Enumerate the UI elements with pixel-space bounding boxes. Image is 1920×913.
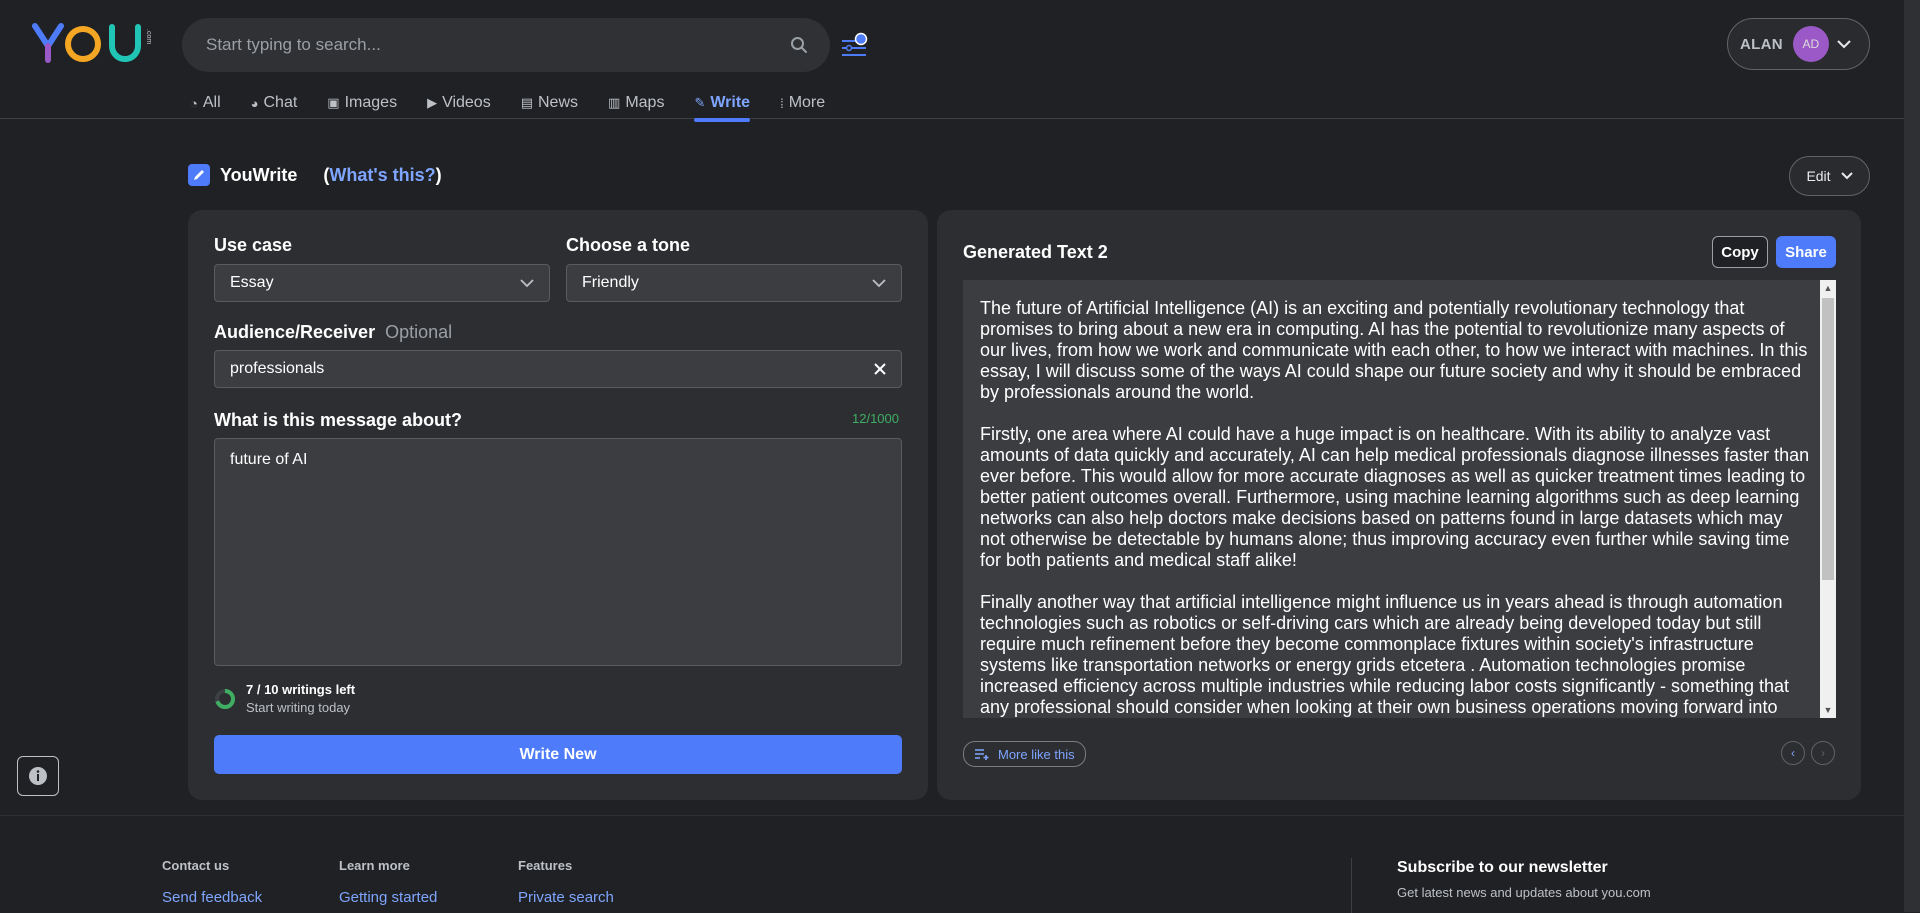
search-circle-icon: ◔ [190, 95, 198, 111]
scroll-down-arrow-icon[interactable]: ▼ [1823, 705, 1833, 715]
search-input[interactable] [204, 34, 790, 56]
info-icon [29, 767, 47, 785]
youwrite-logo-icon [188, 164, 210, 186]
use-case-select[interactable]: Essay [214, 264, 550, 302]
nav-tabs: ◔ All ◕ Chat ▣ Images ▶ Videos ▤ News ▥ Maps ✎… [190, 88, 855, 122]
avatar: AD [1792, 26, 1829, 62]
scroll-up-arrow-icon[interactable]: ▲ [1823, 283, 1833, 293]
scroll-thumb[interactable] [1822, 298, 1834, 580]
search-settings-icon[interactable] [840, 32, 870, 60]
chevron-right-icon: › [1821, 746, 1825, 760]
chat-icon: ◕ [250, 95, 259, 111]
generated-text-box[interactable]: The future of Artificial Intelligence (A… [963, 280, 1836, 718]
audience-input[interactable]: professionals [214, 350, 902, 388]
newsletter-title: Subscribe to our newsletter [1397, 859, 1608, 876]
chevron-down-icon [1840, 172, 1853, 180]
generated-text-panel: Generated Text 2 Copy Share The future o… [937, 210, 1861, 800]
use-case-label: Use case [214, 235, 293, 255]
top-bar: .com ALAN AD ◔All ◕Chat ▣Images ▶Videos … [0, 0, 1904, 122]
youwrite-heading: YouWrite (What's this?) [188, 164, 442, 186]
tab-news[interactable]: ▤ News [521, 88, 578, 118]
footer-column: Contact us Send feedback [162, 858, 263, 906]
page-scrollbar[interactable] [1904, 0, 1920, 912]
generated-title: Generated Text 2 [963, 242, 1108, 262]
more-like-this-button[interactable]: More like this [963, 741, 1086, 767]
chevron-down-icon [1837, 40, 1851, 49]
quota-ring-icon [215, 688, 235, 709]
private-search-link[interactable]: Private search [518, 889, 614, 906]
quota-subtitle: Start writing today [246, 700, 351, 715]
tone-select[interactable]: Friendly [566, 264, 902, 302]
chevron-down-icon [872, 278, 886, 287]
search-bar[interactable] [182, 18, 830, 72]
edit-button[interactable]: Edit [1789, 156, 1870, 196]
previous-button[interactable]: ‹ [1781, 741, 1805, 765]
generated-text: The future of Artificial Intelligence (A… [980, 298, 1810, 718]
newspaper-icon: ▤ [520, 95, 533, 110]
copy-button[interactable]: Copy [1712, 236, 1768, 268]
pencil-icon: ✎ [694, 95, 706, 110]
generated-paragraph: Firstly, one area where AI could have a … [980, 424, 1810, 570]
search-icon[interactable] [790, 36, 808, 54]
next-button[interactable]: › [1811, 741, 1835, 765]
generated-paragraph: The future of Artificial Intelligence (A… [980, 298, 1808, 402]
play-icon: ▶ [427, 95, 438, 110]
chevron-down-icon [520, 278, 534, 287]
whats-this: (What's this?) [323, 164, 442, 185]
tab-videos[interactable]: ▶ Videos [427, 88, 491, 118]
tab-all[interactable]: ◔ All [190, 88, 221, 118]
pencil-icon [194, 170, 204, 180]
youwrite-title: YouWrite [220, 164, 298, 185]
newsletter-subtitle: Get latest news and updates about you.co… [1397, 885, 1651, 900]
tab-chat[interactable]: ◕ Chat [251, 88, 298, 118]
info-button[interactable] [17, 756, 59, 796]
user-name: ALAN [1740, 35, 1783, 53]
message-label: What is this message about? [214, 410, 463, 430]
audience-label: Audience/Receiver Optional [214, 322, 453, 342]
character-counter: 12/1000 [852, 411, 899, 426]
tab-write[interactable]: ✎ Write [694, 88, 750, 122]
footer-column: Features Private search [518, 858, 614, 906]
optional-hint: Optional [385, 322, 453, 342]
tab-images[interactable]: ▣ Images [327, 88, 397, 118]
footer-divider [1351, 858, 1352, 913]
chevron-left-icon: ‹ [1791, 746, 1795, 760]
tab-more[interactable]: ⁞ More [780, 88, 825, 118]
you-logo[interactable]: .com [32, 22, 157, 64]
svg-text:.com: .com [145, 29, 152, 44]
write-form-panel: Use case Essay Choose a tone Friendly Au… [188, 210, 928, 800]
user-menu[interactable]: ALAN AD [1727, 18, 1870, 70]
image-icon: ▣ [327, 95, 340, 110]
send-feedback-link[interactable]: Send feedback [162, 889, 262, 906]
whats-this-link[interactable]: What's this? [329, 165, 435, 185]
quota-count: 7 / 10 writings left [246, 682, 356, 697]
footer-column: Learn more Getting started [339, 858, 438, 906]
text-scrollbar[interactable]: ▲ ▼ [1820, 280, 1836, 718]
playlist-add-icon [975, 749, 989, 760]
map-icon: ▥ [608, 95, 621, 110]
tab-maps[interactable]: ▥ Maps [608, 88, 664, 118]
writings-quota: 7 / 10 writings left Start writing today [214, 682, 355, 715]
message-textarea[interactable]: future of AI [214, 438, 902, 666]
generated-paragraph: Finally another way that artificial inte… [980, 592, 1790, 717]
share-button[interactable]: Share [1776, 236, 1836, 268]
tone-label: Choose a tone [566, 235, 691, 255]
footer: Contact us Send feedback Learn more Gett… [0, 815, 1904, 913]
clear-icon[interactable] [874, 363, 886, 375]
grid-dots-icon: ⁞ [780, 95, 784, 111]
write-new-button[interactable]: Write New [214, 735, 902, 774]
getting-started-link[interactable]: Getting started [339, 889, 437, 906]
